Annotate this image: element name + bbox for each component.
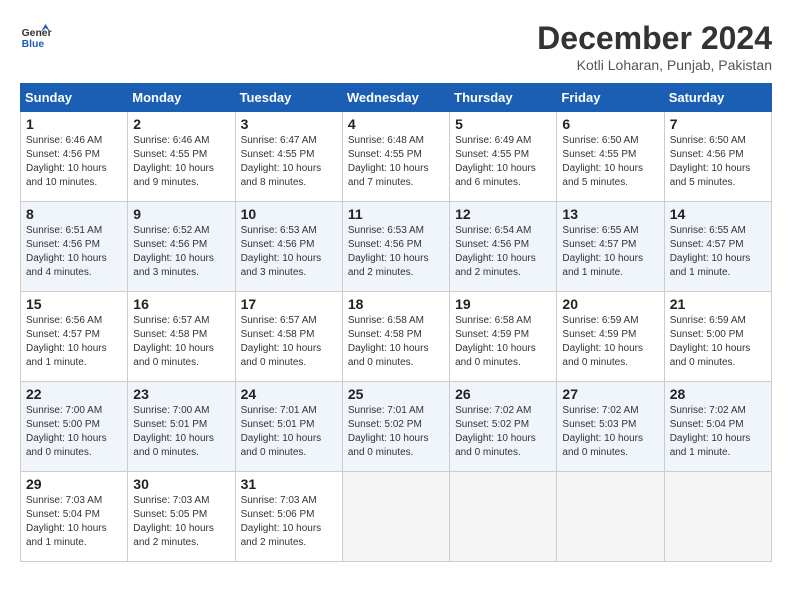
col-saturday: Saturday: [664, 84, 771, 112]
table-row: 6Sunrise: 6:50 AMSunset: 4:55 PMDaylight…: [557, 112, 664, 202]
calendar-table: Sunday Monday Tuesday Wednesday Thursday…: [20, 83, 772, 562]
week-row-5: 29Sunrise: 7:03 AMSunset: 5:04 PMDayligh…: [21, 472, 772, 562]
table-row: 13Sunrise: 6:55 AMSunset: 4:57 PMDayligh…: [557, 202, 664, 292]
month-title: December 2024: [537, 20, 772, 57]
table-row: 27Sunrise: 7:02 AMSunset: 5:03 PMDayligh…: [557, 382, 664, 472]
table-row: 21Sunrise: 6:59 AMSunset: 5:00 PMDayligh…: [664, 292, 771, 382]
table-row: 24Sunrise: 7:01 AMSunset: 5:01 PMDayligh…: [235, 382, 342, 472]
table-row: 31Sunrise: 7:03 AMSunset: 5:06 PMDayligh…: [235, 472, 342, 562]
table-row: 17Sunrise: 6:57 AMSunset: 4:58 PMDayligh…: [235, 292, 342, 382]
location: Kotli Loharan, Punjab, Pakistan: [537, 57, 772, 73]
table-row: 28Sunrise: 7:02 AMSunset: 5:04 PMDayligh…: [664, 382, 771, 472]
svg-text:Blue: Blue: [22, 39, 45, 50]
table-row: 2Sunrise: 6:46 AMSunset: 4:55 PMDaylight…: [128, 112, 235, 202]
table-row: 16Sunrise: 6:57 AMSunset: 4:58 PMDayligh…: [128, 292, 235, 382]
table-row: 15Sunrise: 6:56 AMSunset: 4:57 PMDayligh…: [21, 292, 128, 382]
table-row: 22Sunrise: 7:00 AMSunset: 5:00 PMDayligh…: [21, 382, 128, 472]
table-row: 5Sunrise: 6:49 AMSunset: 4:55 PMDaylight…: [450, 112, 557, 202]
table-row: [342, 472, 449, 562]
page-header: General Blue December 2024 Kotli Loharan…: [20, 20, 772, 73]
week-row-4: 22Sunrise: 7:00 AMSunset: 5:00 PMDayligh…: [21, 382, 772, 472]
table-row: 26Sunrise: 7:02 AMSunset: 5:02 PMDayligh…: [450, 382, 557, 472]
col-sunday: Sunday: [21, 84, 128, 112]
table-row: 10Sunrise: 6:53 AMSunset: 4:56 PMDayligh…: [235, 202, 342, 292]
week-row-2: 8Sunrise: 6:51 AMSunset: 4:56 PMDaylight…: [21, 202, 772, 292]
title-block: December 2024 Kotli Loharan, Punjab, Pak…: [537, 20, 772, 73]
table-row: 11Sunrise: 6:53 AMSunset: 4:56 PMDayligh…: [342, 202, 449, 292]
table-row: 9Sunrise: 6:52 AMSunset: 4:56 PMDaylight…: [128, 202, 235, 292]
table-row: 1Sunrise: 6:46 AMSunset: 4:56 PMDaylight…: [21, 112, 128, 202]
table-row: 4Sunrise: 6:48 AMSunset: 4:55 PMDaylight…: [342, 112, 449, 202]
table-row: 19Sunrise: 6:58 AMSunset: 4:59 PMDayligh…: [450, 292, 557, 382]
table-row: [664, 472, 771, 562]
table-row: 29Sunrise: 7:03 AMSunset: 5:04 PMDayligh…: [21, 472, 128, 562]
table-row: 7Sunrise: 6:50 AMSunset: 4:56 PMDaylight…: [664, 112, 771, 202]
col-friday: Friday: [557, 84, 664, 112]
header-row: Sunday Monday Tuesday Wednesday Thursday…: [21, 84, 772, 112]
logo-icon: General Blue: [20, 20, 52, 52]
logo: General Blue: [20, 20, 52, 52]
col-thursday: Thursday: [450, 84, 557, 112]
table-row: [557, 472, 664, 562]
table-row: 12Sunrise: 6:54 AMSunset: 4:56 PMDayligh…: [450, 202, 557, 292]
table-row: 20Sunrise: 6:59 AMSunset: 4:59 PMDayligh…: [557, 292, 664, 382]
svg-text:General: General: [22, 28, 52, 39]
col-tuesday: Tuesday: [235, 84, 342, 112]
table-row: 8Sunrise: 6:51 AMSunset: 4:56 PMDaylight…: [21, 202, 128, 292]
col-wednesday: Wednesday: [342, 84, 449, 112]
table-row: 18Sunrise: 6:58 AMSunset: 4:58 PMDayligh…: [342, 292, 449, 382]
table-row: [450, 472, 557, 562]
table-row: 23Sunrise: 7:00 AMSunset: 5:01 PMDayligh…: [128, 382, 235, 472]
table-row: 25Sunrise: 7:01 AMSunset: 5:02 PMDayligh…: [342, 382, 449, 472]
week-row-3: 15Sunrise: 6:56 AMSunset: 4:57 PMDayligh…: [21, 292, 772, 382]
col-monday: Monday: [128, 84, 235, 112]
table-row: 14Sunrise: 6:55 AMSunset: 4:57 PMDayligh…: [664, 202, 771, 292]
week-row-1: 1Sunrise: 6:46 AMSunset: 4:56 PMDaylight…: [21, 112, 772, 202]
table-row: 30Sunrise: 7:03 AMSunset: 5:05 PMDayligh…: [128, 472, 235, 562]
table-row: 3Sunrise: 6:47 AMSunset: 4:55 PMDaylight…: [235, 112, 342, 202]
